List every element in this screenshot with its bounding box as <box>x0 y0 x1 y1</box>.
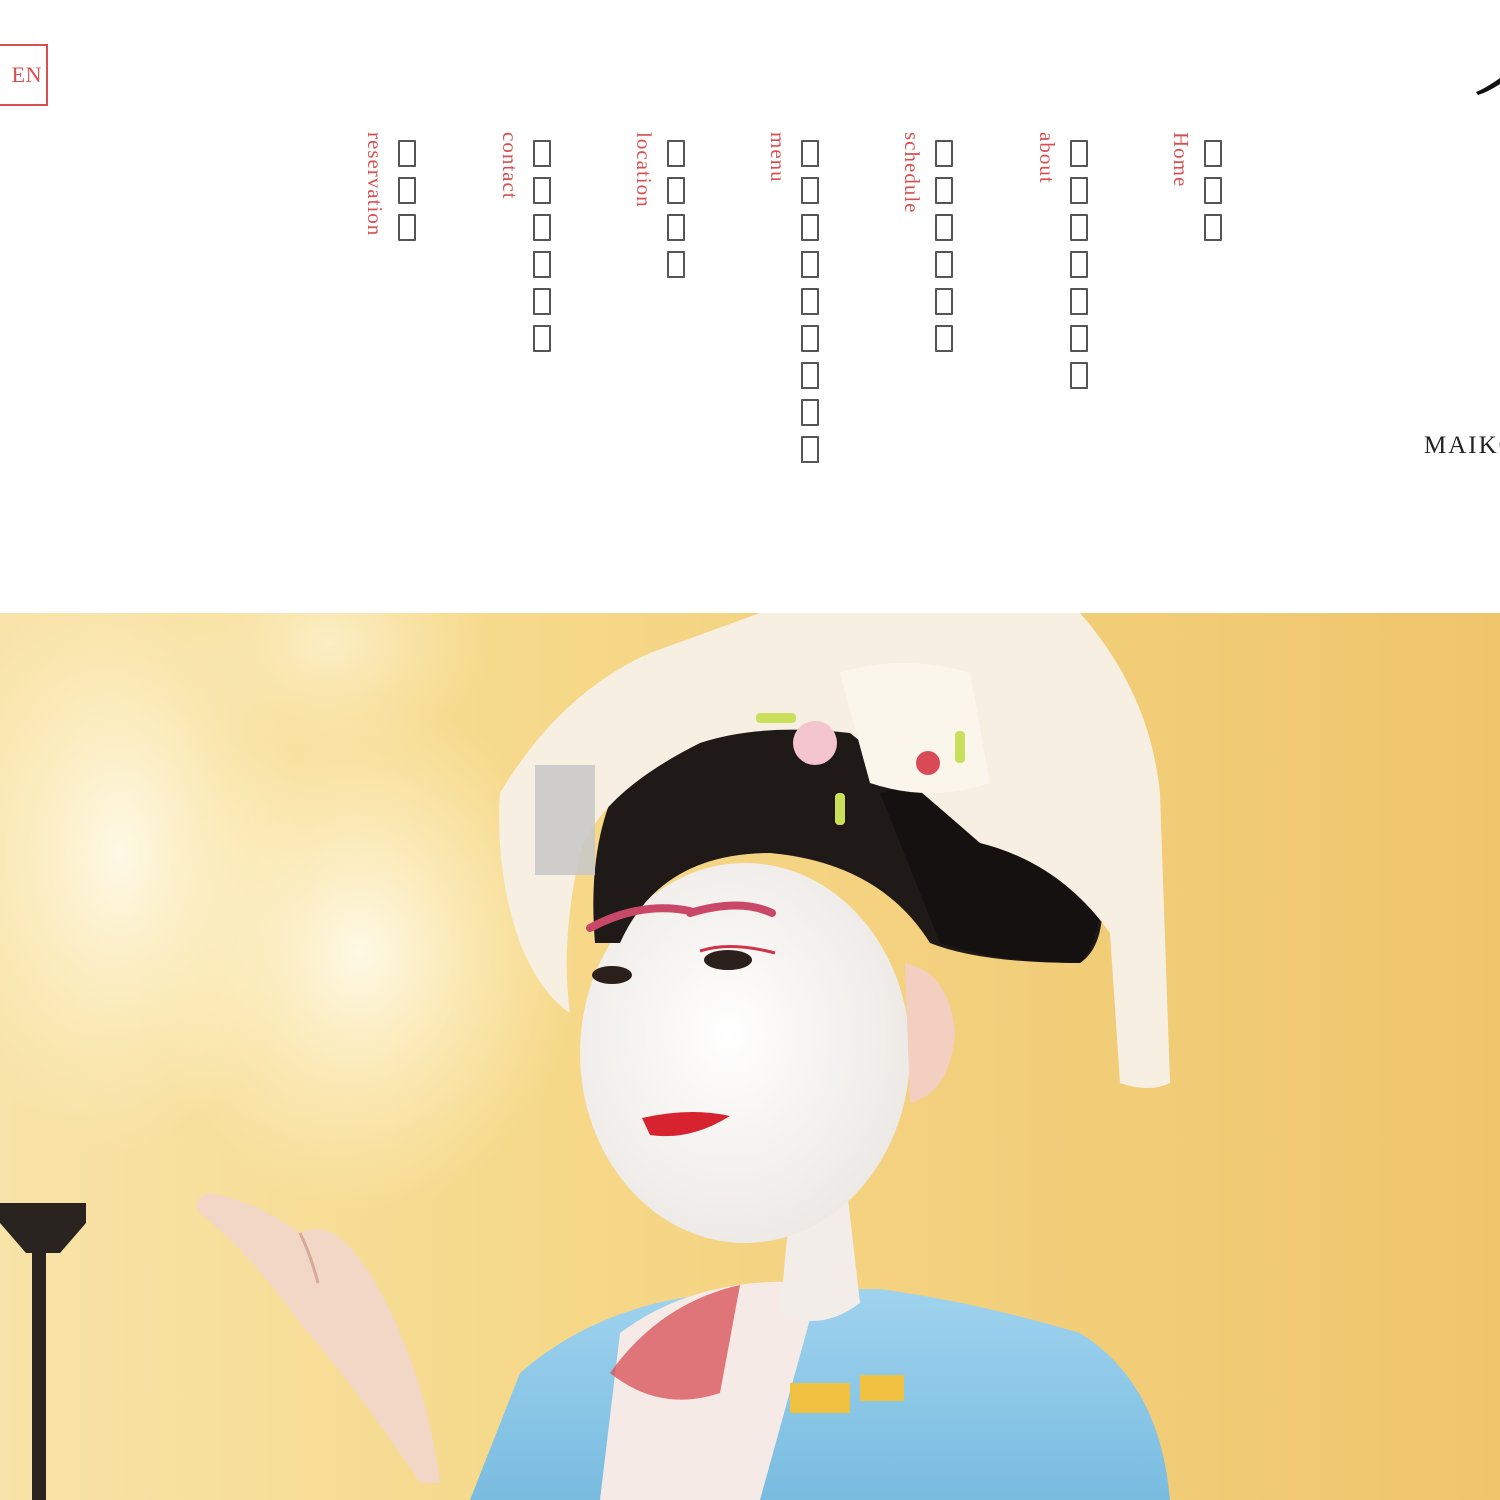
japanese-glyph-placeholder <box>667 140 685 167</box>
japanese-glyph-placeholder <box>801 362 819 389</box>
japanese-glyph-placeholder <box>533 325 551 352</box>
brand-name: MAIKO <box>1424 432 1500 459</box>
nav-item-japanese-label <box>935 140 959 362</box>
japanese-glyph-placeholder <box>801 251 819 278</box>
nav-item-label: contact <box>498 132 522 200</box>
japanese-glyph-placeholder <box>398 214 416 241</box>
nav-item-label: reservation <box>363 132 387 237</box>
hero-image <box>0 613 1500 1500</box>
nav-item-location[interactable]: location <box>631 132 721 492</box>
japanese-glyph-placeholder <box>667 177 685 204</box>
nav-item-japanese-label <box>533 140 557 362</box>
japanese-glyph-placeholder <box>801 288 819 315</box>
nav-item-label: menu <box>766 132 790 183</box>
japanese-glyph-placeholder <box>1204 177 1222 204</box>
japanese-glyph-placeholder <box>1204 140 1222 167</box>
nav-item-menu[interactable]: menu <box>765 132 855 492</box>
japanese-glyph-placeholder <box>801 436 819 463</box>
japanese-glyph-placeholder <box>935 140 953 167</box>
japanese-glyph-placeholder <box>801 214 819 241</box>
nav-item-schedule[interactable]: schedule <box>899 132 989 492</box>
japanese-glyph-placeholder <box>935 214 953 241</box>
nav-item-japanese-label <box>1070 140 1094 399</box>
japanese-glyph-placeholder <box>533 177 551 204</box>
nav-item-about[interactable]: about <box>1034 132 1124 492</box>
japanese-glyph-placeholder <box>398 140 416 167</box>
japanese-glyph-placeholder <box>533 288 551 315</box>
nav-item-japanese-label <box>801 140 825 473</box>
japanese-glyph-placeholder <box>935 177 953 204</box>
japanese-glyph-placeholder <box>533 251 551 278</box>
nav-item-label: Home <box>1169 132 1193 188</box>
japanese-glyph-placeholder <box>801 325 819 352</box>
hero-photo <box>0 613 1500 1500</box>
japanese-glyph-placeholder <box>801 177 819 204</box>
japanese-glyph-placeholder <box>801 140 819 167</box>
japanese-glyph-placeholder <box>1070 362 1088 389</box>
nav-item-japanese-label <box>1204 140 1228 251</box>
nav-item-japanese-label <box>667 140 691 288</box>
japanese-glyph-placeholder <box>533 140 551 167</box>
japanese-glyph-placeholder <box>1204 214 1222 241</box>
japanese-glyph-placeholder <box>935 325 953 352</box>
japanese-glyph-placeholder <box>935 251 953 278</box>
nav-item-label: schedule <box>900 132 924 214</box>
japanese-glyph-placeholder <box>935 288 953 315</box>
brand-logo-stroke <box>1476 78 1500 95</box>
nav-item-label: location <box>632 132 656 208</box>
japanese-glyph-placeholder <box>1070 140 1088 167</box>
nav-item-home[interactable]: Home <box>1168 132 1258 492</box>
japanese-glyph-placeholder <box>667 251 685 278</box>
japanese-glyph-placeholder <box>1070 177 1088 204</box>
japanese-glyph-placeholder <box>398 177 416 204</box>
main-nav: Home about schedule menu location contac… <box>0 0 1500 600</box>
japanese-glyph-placeholder <box>801 399 819 426</box>
japanese-glyph-placeholder <box>667 214 685 241</box>
nav-item-reservation[interactable]: reservation <box>362 132 452 492</box>
japanese-glyph-placeholder <box>1070 251 1088 278</box>
nav-item-japanese-label <box>398 140 422 251</box>
japanese-glyph-placeholder <box>1070 214 1088 241</box>
japanese-glyph-placeholder <box>533 214 551 241</box>
japanese-glyph-placeholder <box>1070 325 1088 352</box>
nav-item-label: about <box>1035 132 1059 184</box>
nav-item-contact[interactable]: contact <box>497 132 587 492</box>
japanese-glyph-placeholder <box>1070 288 1088 315</box>
